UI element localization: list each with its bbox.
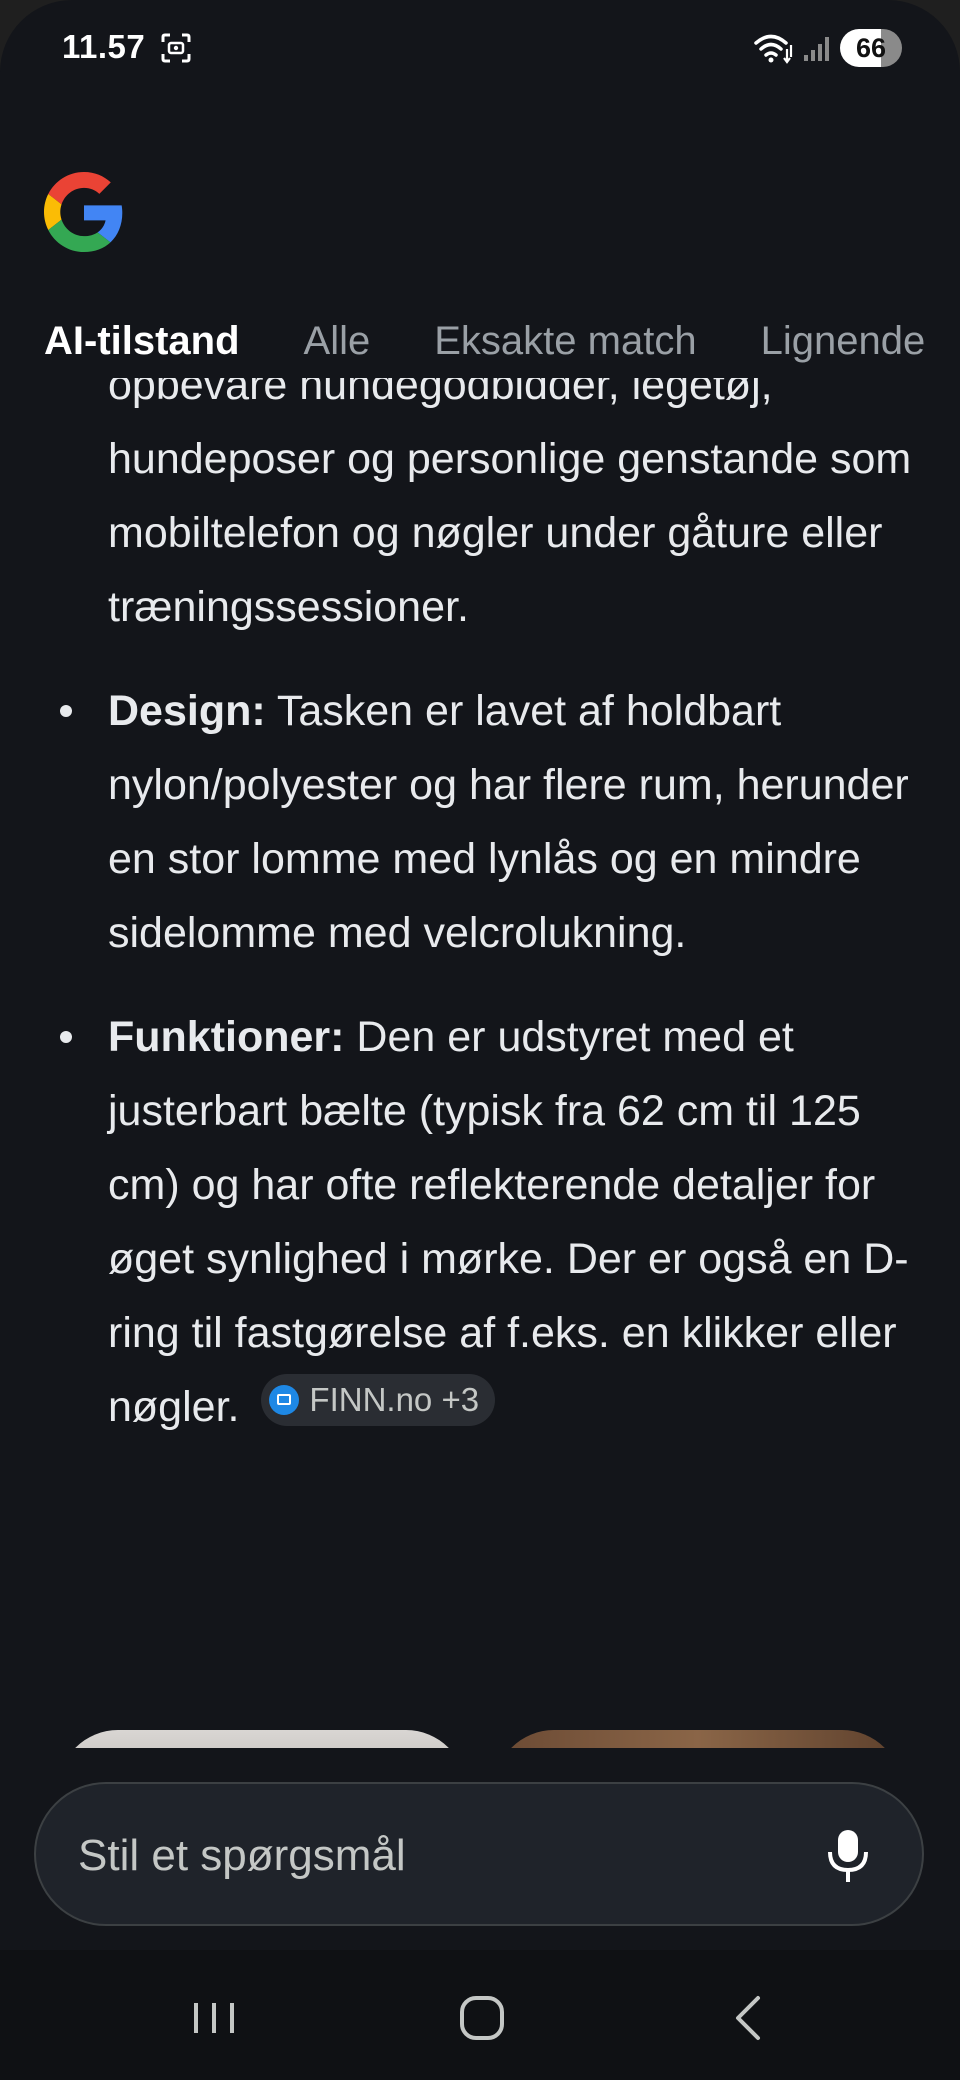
answer-intro-text: opbevare hundegodbidder, legetøj, hundep… — [108, 378, 912, 631]
status-indicators: 66 — [754, 26, 902, 70]
bullet-title: Funktioner: — [108, 1013, 345, 1061]
tab-ai-mode[interactable]: AI-tilstand — [44, 316, 240, 372]
bullet-dot — [60, 1031, 72, 1043]
wifi-icon — [754, 34, 793, 64]
bullet-dot — [60, 705, 72, 717]
answer-bullet-functions: Funktioner: Den er udstyret med et juste… — [60, 1000, 928, 1444]
source-site-icon — [269, 1385, 300, 1415]
microphone-icon[interactable] — [822, 1828, 874, 1884]
source-chip-label: FINN.no +3 — [309, 1381, 480, 1418]
search-mode-tabs: AI-tilstand Alle Eksakte match Lignende — [44, 316, 960, 372]
recents-icon[interactable] — [184, 1988, 244, 2048]
status-bar: 11.57 66 — [0, 0, 960, 96]
answer-bullet-design: Design: Tasken er lavet af holdbart nylo… — [60, 674, 928, 970]
bullet-title: Design: — [108, 687, 266, 735]
screenshot-icon — [161, 33, 191, 63]
ai-answer: opbevare hundegodbidder, legetøj, hundep… — [60, 378, 928, 1444]
status-time: 11.57 — [62, 28, 146, 65]
ask-bar — [34, 1782, 924, 1926]
ai-answer-viewport[interactable]: opbevare hundegodbidder, legetøj, hundep… — [0, 378, 960, 1748]
bullet-text: Den er udstyret med et justerbart bælte … — [108, 1013, 909, 1431]
back-icon[interactable] — [720, 1988, 780, 2048]
google-g-icon[interactable] — [44, 172, 124, 252]
source-chip[interactable]: FINN.no +3 — [261, 1374, 496, 1426]
tab-similar[interactable]: Lignende — [761, 316, 926, 372]
battery-indicator: 66 — [840, 29, 902, 67]
ask-input[interactable] — [76, 1820, 800, 1892]
tab-exact-match[interactable]: Eksakte match — [434, 316, 696, 372]
signal-icon — [804, 37, 829, 61]
phone-screen: 11.57 66 AI-tilstand Alle Eksakte match … — [0, 0, 960, 2080]
system-navigation-bar — [0, 1950, 960, 2080]
tab-all[interactable]: Alle — [304, 316, 371, 372]
home-icon[interactable] — [452, 1988, 512, 2048]
